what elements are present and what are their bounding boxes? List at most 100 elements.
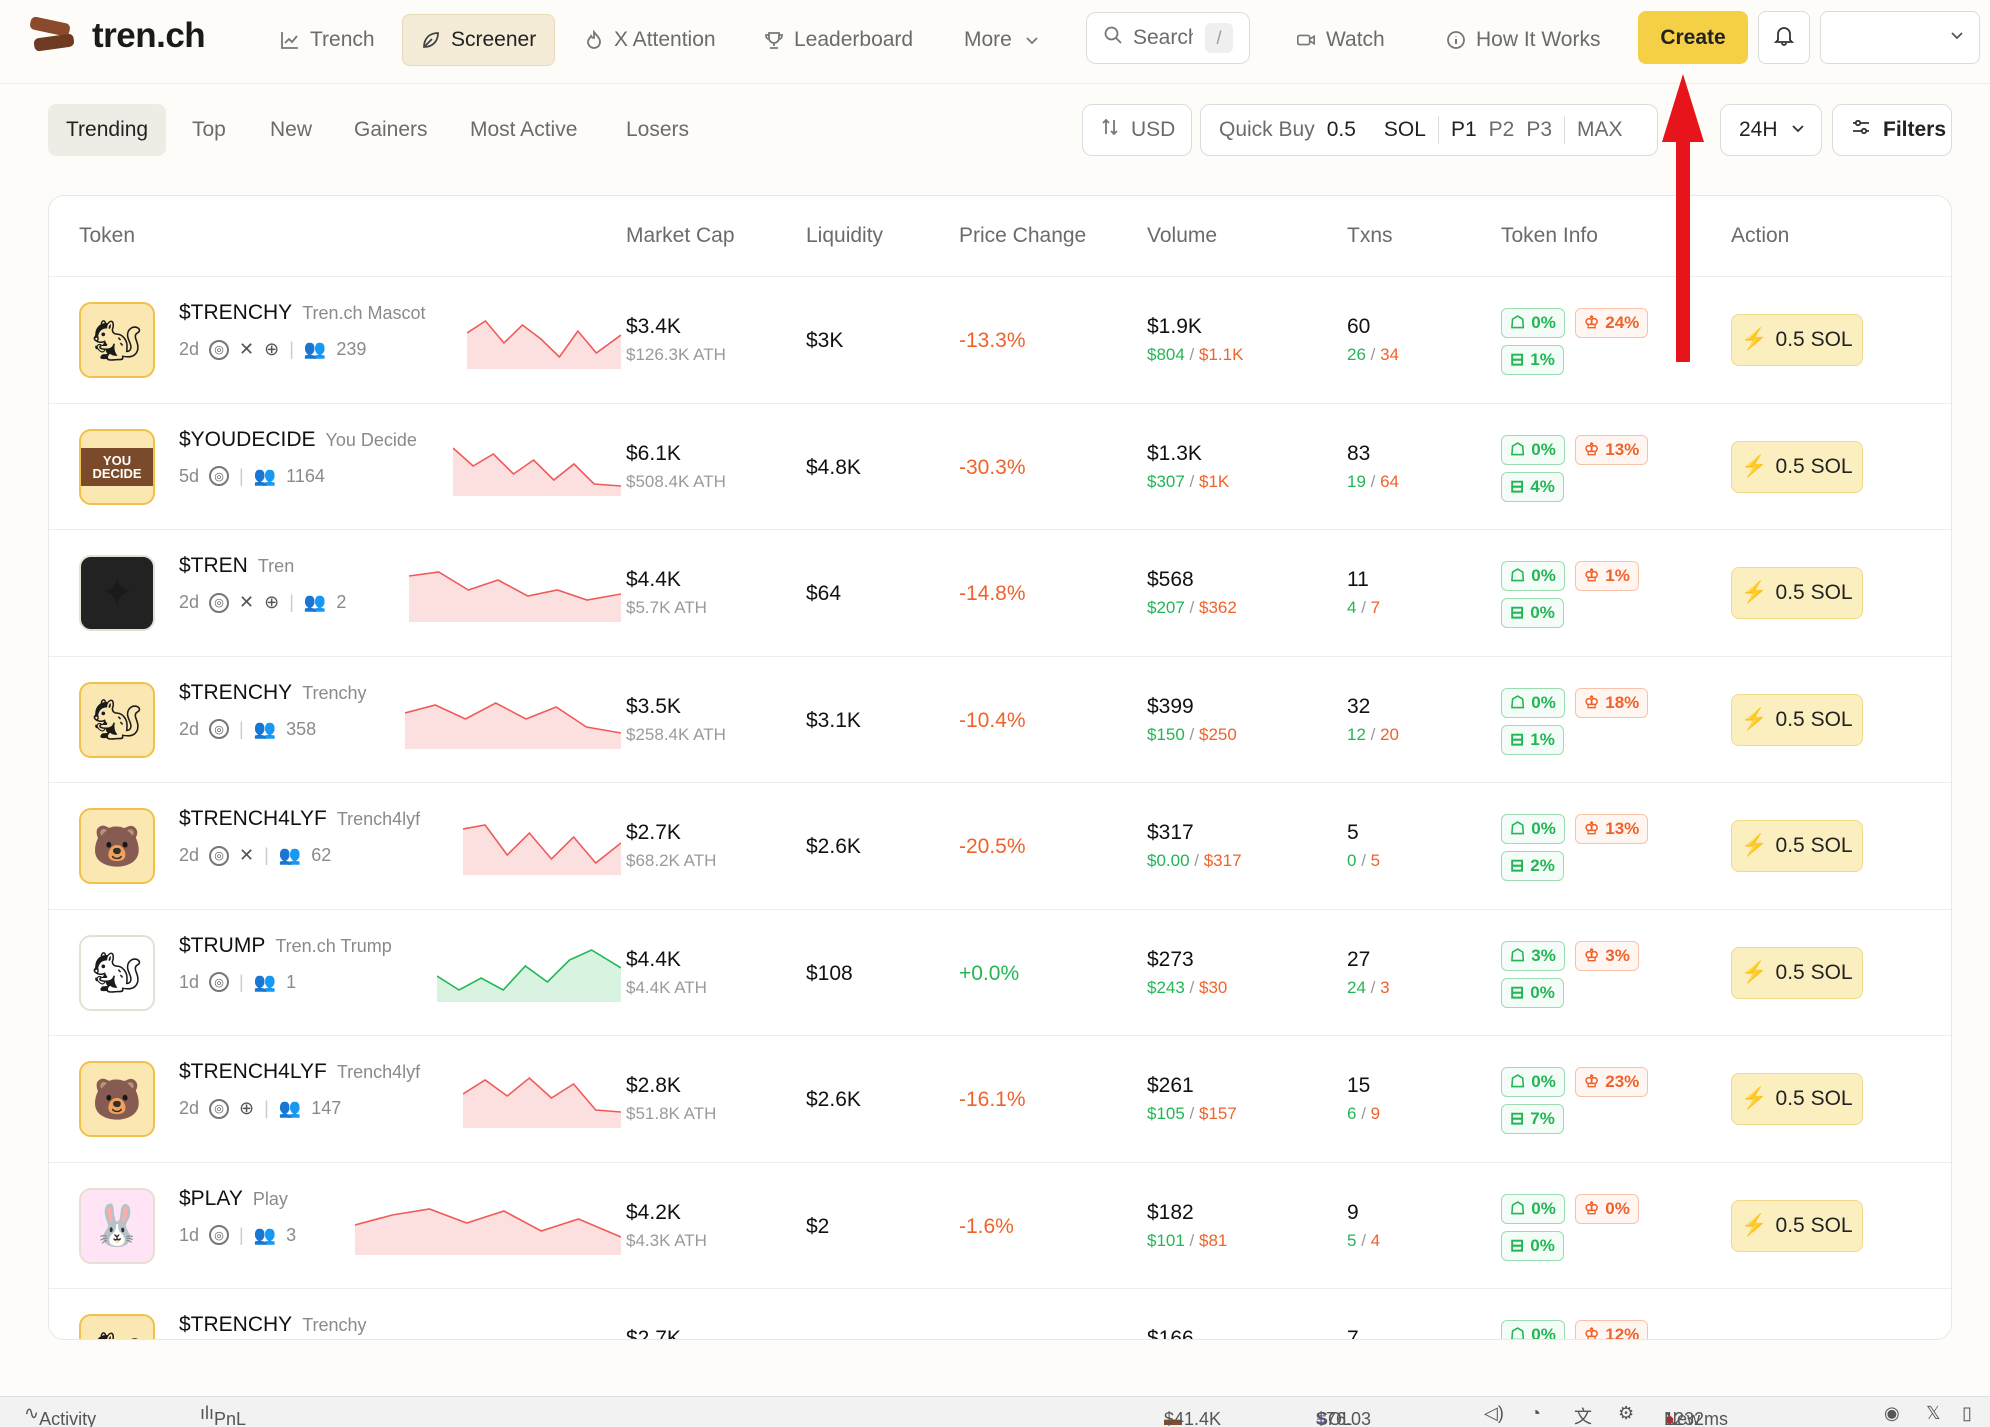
how-it-works-link[interactable]: How It Works <box>1428 14 1618 66</box>
token-avatar[interactable]: 🐿 <box>79 934 155 1011</box>
token-name[interactable]: $TRENCH4LYF Trench4lyf <box>179 1060 420 1084</box>
tab-losers[interactable]: Losers <box>608 104 707 156</box>
tab-trending[interactable]: Trending <box>48 104 167 156</box>
nav-x-attention[interactable]: X Attention <box>566 14 734 66</box>
quick-buy-button[interactable]: ⚡ 0.5 SOL <box>1731 1073 1863 1125</box>
token-name[interactable]: $TRENCHY Tren.ch Mascot <box>179 301 426 325</box>
currency-toggle[interactable]: USD <box>1082 104 1192 156</box>
pump-icon[interactable]: ◎ <box>209 972 230 992</box>
pump-icon[interactable]: ◎ <box>209 466 230 486</box>
pump-icon[interactable]: ◎ <box>209 592 230 613</box>
translate-icon[interactable]: 文 <box>1574 1403 1592 1427</box>
docs-icon[interactable]: ▯ <box>1962 1403 1972 1424</box>
preset-p2[interactable]: P2 <box>1489 118 1515 142</box>
create-button[interactable]: Create <box>1638 11 1748 64</box>
search-input[interactable]: Search / <box>1086 12 1250 64</box>
globe-icon[interactable]: ⊕ <box>264 339 279 360</box>
volume-icon[interactable]: ◁) <box>1484 1403 1504 1424</box>
x-social-icon[interactable]: ✕ <box>239 592 254 613</box>
tab-new[interactable]: New <box>252 104 330 156</box>
token-name[interactable]: $TRENCH4LYF Trench4lyf <box>179 807 420 831</box>
lightning-icon: ⚡ <box>1741 834 1768 857</box>
token-avatar[interactable]: YOU DECIDE <box>79 428 155 505</box>
volume-value: $399 <box>1147 694 1194 718</box>
table-row[interactable]: YOU DECIDE $YOUDECIDE You Decide 5d ◎ | 👥… <box>49 402 1951 529</box>
brand-logo[interactable]: tren.ch <box>28 15 206 56</box>
token-avatar[interactable]: 🐻 <box>79 1061 155 1137</box>
pump-icon[interactable]: ◎ <box>209 1225 230 1245</box>
token-avatar[interactable]: 🐿 <box>79 681 155 758</box>
tab-top[interactable]: Top <box>174 104 244 156</box>
notifications-button[interactable] <box>1758 11 1810 64</box>
token-name[interactable]: $PLAY Play <box>179 1187 288 1211</box>
pump-icon[interactable]: ◎ <box>209 719 230 739</box>
quick-buy-button[interactable]: ⚡ 0.5 SOL <box>1731 567 1863 619</box>
pump-icon[interactable]: ◎ <box>209 1098 230 1119</box>
table-row[interactable]: 🐿 $TRENCHY Trenchy 2d ◎ | 👥 358 $3.5K $258… <box>49 655 1951 782</box>
discord-icon[interactable]: ◉ <box>1884 1403 1900 1424</box>
preset-max[interactable]: MAX <box>1577 118 1623 142</box>
token-name[interactable]: $YOUDECIDE You Decide <box>179 428 417 452</box>
table-row[interactable]: 🐿 $TRENCHY Trenchy $2.7K $166 7 ☖0% ♔12% <box>49 1288 1951 1339</box>
token-avatar[interactable]: 🐿 <box>79 302 155 378</box>
timeframe-dropdown[interactable]: 24H <box>1720 104 1822 156</box>
table-row[interactable]: 🐿 $TRUMP Tren.ch Trump 1d ◎ | 👥 1 $4.4K $4… <box>49 908 1951 1035</box>
preset-p1[interactable]: P1 <box>1451 118 1477 142</box>
txns: 7 <box>1347 1327 1359 1339</box>
activity-center-link[interactable]: ∿ Activity Center <box>24 1403 96 1427</box>
nav-screener[interactable]: Screener <box>402 14 556 66</box>
pnl-tracker-link[interactable]: ılı PnL Tracker <box>200 1403 245 1427</box>
badge-top-holders: ☖ 0% <box>1501 561 1565 591</box>
col-volume[interactable]: Volume <box>1147 224 1217 248</box>
quick-buy-button[interactable]: ⚡ 0.5 SOL <box>1731 820 1863 872</box>
chef-hat-icon: ☖ <box>1510 313 1526 332</box>
token-avatar[interactable]: 🐻 <box>79 808 155 884</box>
quick-buy-button[interactable]: ⚡ 0.5 SOL <box>1731 314 1863 366</box>
col-market-cap[interactable]: Market Cap <box>626 224 735 248</box>
avatar-image: 🐻 <box>92 824 142 869</box>
nav-more[interactable]: More <box>946 14 1060 66</box>
token-name[interactable]: $TREN Tren <box>179 554 294 578</box>
ath-value: $51.8K ATH <box>626 1104 717 1123</box>
watch-link[interactable]: Watch <box>1278 14 1403 66</box>
x-social-icon[interactable]: ✕ <box>239 845 254 866</box>
token-avatar[interactable]: 🐰 <box>79 1187 155 1264</box>
token-name[interactable]: $TRENCHY Trenchy <box>179 681 367 705</box>
globe-icon[interactable]: ⊕ <box>239 1098 254 1119</box>
brand-name: tren.ch <box>92 16 206 55</box>
nav-leaderboard[interactable]: Leaderboard <box>746 14 931 66</box>
col-txns[interactable]: Txns <box>1347 224 1393 248</box>
quick-buy-button[interactable]: ⚡ 0.5 SOL <box>1731 1199 1863 1252</box>
preset-p3[interactable]: P3 <box>1526 118 1552 142</box>
col-price-change[interactable]: Price Change <box>959 224 1086 248</box>
globe-icon[interactable]: ⊕ <box>264 592 279 613</box>
quick-buy-button[interactable]: ⚡ 0.5 SOL <box>1731 440 1863 493</box>
table-row[interactable]: 🐰 $PLAY Play 1d ◎ | 👥 3 $4.2K $4.3K ATH $2… <box>49 1161 1951 1288</box>
quick-buy-amount[interactable]: 0.5 <box>1327 118 1356 142</box>
nav-trench[interactable]: Trench <box>262 14 393 66</box>
pump-icon[interactable]: ◎ <box>209 845 230 866</box>
table-row[interactable]: 🐻 $TRENCH4LYF Trench4lyf 2d ◎ ✕ | 👥 62 $2… <box>49 782 1951 908</box>
token-avatar[interactable]: ✦ <box>79 555 155 631</box>
col-token[interactable]: Token <box>79 224 135 248</box>
volume-value: $568 <box>1147 568 1194 591</box>
col-liquidity[interactable]: Liquidity <box>806 224 883 248</box>
table-row[interactable]: 🐻 $TRENCH4LYF Trench4lyf 2d ◎ ⊕ | 👥 147 $… <box>49 1035 1951 1161</box>
token-fullname: Tren.ch Trump <box>275 935 392 956</box>
pump-icon[interactable]: ◎ <box>209 339 230 360</box>
token-table: Token Market Cap Liquidity Price Change … <box>48 195 1952 1340</box>
x-social-icon[interactable]: 𝕏 <box>1926 1403 1941 1424</box>
token-avatar[interactable]: 🐿 <box>79 1314 155 1339</box>
filters-button[interactable]: Filters <box>1832 104 1952 156</box>
quick-buy-button[interactable]: ⚡ 0.5 SOL <box>1731 693 1863 746</box>
token-name[interactable]: $TRENCHY Trenchy <box>179 1313 367 1337</box>
settings-icon[interactable]: ⚙ <box>1618 1403 1634 1424</box>
tab-gainers[interactable]: Gainers <box>336 104 446 156</box>
account-dropdown[interactable] <box>1820 11 1980 64</box>
tab-most-active[interactable]: Most Active <box>452 104 595 156</box>
token-name[interactable]: $TRUMP Tren.ch Trump <box>179 934 392 958</box>
table-row[interactable]: ✦ $TREN Tren 2d ◎ ✕ ⊕ | 👥 2 $4.4K $5.7K AT… <box>49 529 1951 655</box>
theme-icon[interactable]: ◔ <box>1530 1403 1541 1424</box>
quick-buy-button[interactable]: ⚡ 0.5 SOL <box>1731 946 1863 999</box>
x-social-icon[interactable]: ✕ <box>239 339 254 360</box>
